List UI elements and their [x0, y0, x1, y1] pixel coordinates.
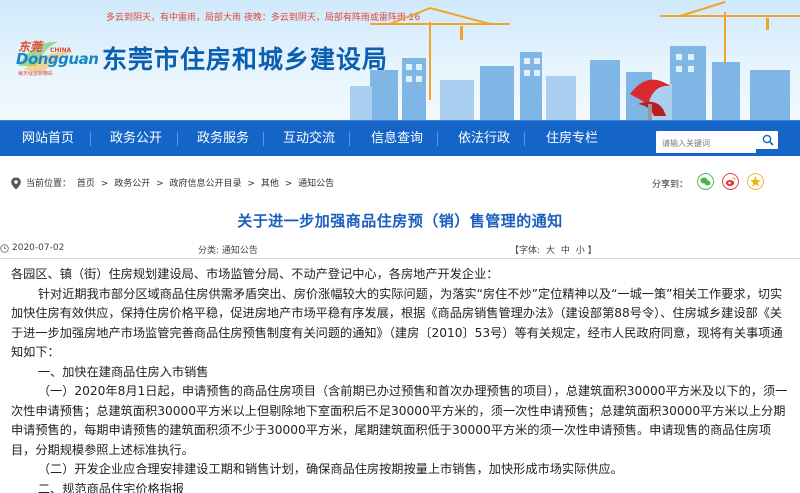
paragraph-intro: 针对近期我市部分区域商品住房供需矛盾突出、房价涨幅较大的实际问题，为落实“房住不… [11, 286, 783, 360]
font-size-close: 】 [587, 246, 597, 256]
breadcrumb-item-notices[interactable]: 通知公告 [298, 179, 334, 189]
nav-item-legal-admin[interactable]: 依法行政 [458, 121, 510, 157]
main-nav: 网站首页 政务公开 政务服务 互动交流 信息查询 依法行政 住房专栏 [0, 120, 800, 156]
weibo-share-icon[interactable] [722, 173, 739, 190]
search-input[interactable] [656, 134, 756, 153]
breadcrumb-separator: > [284, 179, 293, 189]
paragraph-item-2: （二）开发企业应合理安排建设工期和销售计划，确保商品住房按期按量上市销售，加快形… [37, 462, 623, 476]
nav-item-gov-affairs[interactable]: 政务公开 [110, 121, 162, 157]
nav-item-housing-column[interactable]: 住房专栏 [546, 121, 598, 157]
breadcrumb: 当前位置： 首页 > 政务公开 > 政府信息公开目录 > 其他 > 通知公告 [26, 176, 337, 189]
font-size-large[interactable]: 大 [546, 246, 555, 256]
clock-icon [0, 244, 9, 253]
nav-divider [90, 132, 91, 146]
city-skyline-banner [350, 1, 800, 120]
breadcrumb-label: 当前位置： [26, 179, 72, 189]
nav-item-interaction[interactable]: 互动交流 [283, 121, 335, 157]
nav-item-info-query[interactable]: 信息查询 [371, 121, 423, 157]
nav-divider [524, 132, 525, 146]
article-title: 关于进一步加强商品住房预（销）售管理的通知 [237, 212, 563, 230]
qzone-share-icon[interactable] [747, 173, 764, 190]
publish-date: 2020-07-02 [12, 243, 65, 253]
wechat-share-icon[interactable] [697, 173, 714, 190]
article-body: 各园区、镇（街）住房规划建设局、市场监管分局、不动产登记中心，各房地产开发企业：… [11, 265, 791, 493]
breadcrumb-item-gov-affairs[interactable]: 政务公开 [114, 179, 150, 189]
breadcrumb-item-home[interactable]: 首页 [77, 179, 95, 189]
breadcrumb-separator: > [100, 179, 109, 189]
logo-slogan: 每天绽放新精彩 [18, 71, 54, 77]
breadcrumb-item-catalog[interactable]: 政府信息公开目录 [170, 179, 242, 189]
breadcrumb-item-other[interactable]: 其他 [261, 179, 279, 189]
share-label: 分享到： [652, 180, 689, 190]
nav-divider [437, 132, 438, 146]
nav-divider [177, 132, 178, 146]
search-box [656, 131, 778, 153]
section-heading: 一、加快在建商品住房入市销售 [37, 364, 209, 379]
site-header: 多云到阴天，有中雷雨，局部大雨 夜晚：多云到阴天，局部有阵雨或雷阵雨 26 东莞… [0, 0, 800, 120]
font-size-switcher: 【字体: 大 中 小 】 [510, 243, 597, 256]
breadcrumb-bar: 当前位置： 首页 > 政务公开 > 政府信息公开目录 > 其他 > 通知公告 分… [0, 156, 800, 211]
meta-divider [0, 258, 800, 259]
location-pin-icon [11, 177, 21, 190]
font-size-small[interactable]: 小 [576, 246, 585, 256]
category-label: 分类: [198, 246, 220, 256]
nav-divider [263, 132, 264, 146]
breadcrumb-separator: > [156, 179, 164, 189]
article-meta: 2020-07-02 分类: 通知公告 【字体: 大 中 小 】 [0, 242, 800, 258]
article-category: 分类: 通知公告 [198, 243, 258, 256]
logo-text-en: Dongguan [16, 50, 99, 68]
section-heading: 二、规范商品住宅价格指报 [37, 481, 185, 493]
nav-item-gov-services[interactable]: 政务服务 [197, 121, 249, 157]
paragraph-salutation: 各园区、镇（街）住房规划建设局、市场监管分局、不动产登记中心，各房地产开发企业： [11, 267, 499, 281]
nav-item-home[interactable]: 网站首页 [22, 121, 74, 157]
paragraph-item-1: （一）2020年8月1日起，申请预售的商品住房项目（含前期已办过预售和首次办理预… [11, 384, 788, 457]
search-icon[interactable] [762, 134, 774, 146]
font-size-label: 【字体: [510, 246, 541, 256]
breadcrumb-separator: > [247, 179, 255, 189]
nav-divider [349, 132, 350, 146]
category-value: 通知公告 [221, 246, 258, 256]
font-size-medium[interactable]: 中 [561, 246, 570, 256]
